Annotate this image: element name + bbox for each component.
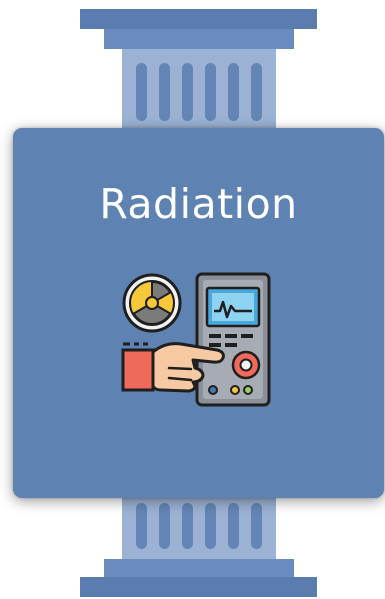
radiation-symbol	[122, 273, 182, 333]
bottom-pillar-shaft	[122, 497, 276, 559]
bottom-capital-neck	[104, 559, 294, 579]
detector-device	[195, 272, 271, 407]
radiation-detector-icon	[121, 272, 276, 412]
top-capital-slab	[80, 9, 317, 29]
top-pillar-shaft	[122, 49, 276, 129]
bottom-capital-slab	[80, 577, 317, 597]
card-title: Radiation	[99, 180, 298, 228]
top-pillar	[80, 9, 317, 129]
top-capital-neck	[104, 29, 294, 49]
radiation-card: Radiation	[13, 128, 384, 498]
bottom-pillar	[80, 497, 317, 599]
